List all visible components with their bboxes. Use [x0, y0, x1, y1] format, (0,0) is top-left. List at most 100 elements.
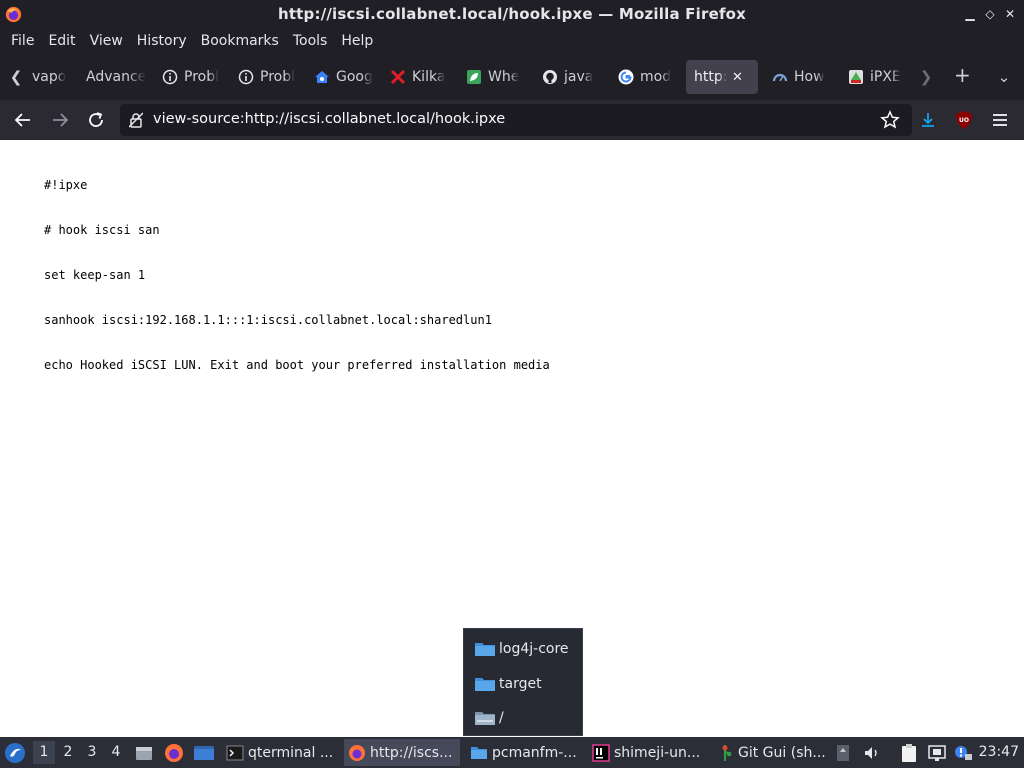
- popup-item-label: log4j-core: [499, 641, 569, 657]
- tab-9-active[interactable]: http:// ✕: [686, 60, 758, 94]
- tab-1[interactable]: Advance: [80, 60, 150, 94]
- tab-7[interactable]: java: [534, 60, 608, 94]
- tab-label: Probl: [260, 69, 295, 85]
- back-icon[interactable]: [11, 108, 35, 132]
- close-window-icon[interactable]: ✕: [1002, 6, 1018, 22]
- tabs-scroll-left-icon[interactable]: ❮: [8, 68, 24, 86]
- speedometer-icon: [772, 73, 788, 82]
- volume-icon[interactable]: [863, 737, 881, 768]
- ipxe-icon: [849, 70, 863, 84]
- tab-6[interactable]: Whe: [458, 60, 532, 94]
- tab-label: iPXE: [870, 69, 901, 85]
- tab-0[interactable]: vapo: [26, 60, 72, 94]
- git-icon: [722, 744, 732, 761]
- taskbar: 1 2 3 4 qterminal ... http://iscs... pcm…: [0, 737, 1024, 768]
- popup-item-target[interactable]: target: [474, 671, 542, 697]
- menu-view[interactable]: View: [83, 29, 130, 54]
- show-desktop-icon[interactable]: [193, 737, 215, 768]
- tab-8[interactable]: mod: [610, 60, 682, 94]
- clock[interactable]: 23:47: [979, 737, 1019, 768]
- tab-label: java: [564, 69, 594, 85]
- terminal-icon: [226, 745, 244, 760]
- folder-icon: [475, 643, 495, 656]
- folder-icon: [475, 678, 495, 691]
- folder-icon: [471, 746, 487, 759]
- folder-popup-menu: log4j-core target /: [463, 628, 583, 736]
- tab-label: mod: [640, 69, 672, 85]
- url-text[interactable]: view-source:http://iscsi.collabnet.local…: [153, 104, 505, 136]
- tab-strip: ❮ vapo Advance Probl Probl Goog Kilka Wh…: [0, 54, 1024, 100]
- restore-icon[interactable]: ◇: [982, 6, 998, 22]
- svg-text:UO: UO: [959, 117, 969, 124]
- google-icon: [618, 69, 634, 85]
- minimize-icon[interactable]: ▁: [962, 6, 978, 22]
- task-label: http://iscs...: [370, 744, 453, 761]
- tab-label: vapo: [32, 69, 67, 85]
- task-label: qterminal ...: [248, 744, 334, 761]
- insecure-lock-icon[interactable]: [129, 112, 143, 128]
- list-all-tabs-icon[interactable]: ⌄: [996, 68, 1012, 86]
- window-title: http://iscsi.collabnet.local/hook.ipxe —…: [277, 5, 747, 23]
- source-line: set keep-san 1: [44, 268, 146, 282]
- ublock-origin-icon[interactable]: UO: [952, 108, 976, 132]
- tab-label: Probl: [184, 69, 219, 85]
- tab-4[interactable]: Goog: [306, 60, 380, 94]
- leaf-icon: [467, 70, 481, 84]
- info-icon: [238, 69, 254, 85]
- task-firefox[interactable]: http://iscs...: [344, 739, 460, 766]
- menu-history[interactable]: History: [130, 29, 194, 54]
- task-pcmanfm[interactable]: pcmanfm-...: [466, 739, 582, 766]
- bookmark-star-icon[interactable]: [880, 110, 900, 130]
- github-icon: [543, 70, 557, 84]
- navigation-toolbar: view-source:http://iscsi.collabnet.local…: [0, 100, 1024, 140]
- new-tab-icon[interactable]: +: [954, 65, 971, 85]
- source-line: #!ipxe: [44, 178, 88, 192]
- workspace-2[interactable]: 2: [57, 741, 79, 764]
- home-icon: [315, 71, 329, 83]
- workspace-4[interactable]: 4: [105, 741, 127, 764]
- start-menu-icon[interactable]: [4, 737, 26, 768]
- tab-close-icon[interactable]: ✕: [732, 70, 743, 85]
- task-intellij[interactable]: shimeji-un...: [588, 739, 706, 766]
- tab-label: Goog: [336, 69, 373, 85]
- address-bar[interactable]: view-source:http://iscsi.collabnet.local…: [120, 104, 912, 136]
- menu-help[interactable]: Help: [334, 29, 380, 54]
- info-icon: [162, 69, 178, 85]
- task-label: shimeji-un...: [614, 744, 701, 761]
- tab-3[interactable]: Probl: [230, 60, 302, 94]
- network-icon[interactable]: [927, 737, 947, 768]
- window-titlebar: http://iscsi.collabnet.local/hook.ipxe —…: [0, 0, 1024, 29]
- file-manager-launcher-icon[interactable]: [134, 737, 154, 768]
- folder-icon: [475, 712, 495, 725]
- tab-label: Whe: [488, 69, 520, 85]
- tab-2[interactable]: Probl: [154, 60, 226, 94]
- task-qterminal[interactable]: qterminal ...: [222, 739, 340, 766]
- downloads-icon[interactable]: [916, 108, 940, 132]
- firefox-launcher-icon[interactable]: [164, 737, 184, 768]
- tab-10[interactable]: How: [764, 60, 836, 94]
- workspace-1[interactable]: 1: [33, 741, 55, 764]
- firefox-icon: [349, 744, 365, 761]
- clipboard-icon[interactable]: [900, 737, 918, 768]
- workspace-3[interactable]: 3: [81, 741, 103, 764]
- tab-11[interactable]: iPXE: [840, 60, 912, 94]
- update-notifier-icon[interactable]: [953, 737, 973, 768]
- tabs-scroll-right-icon[interactable]: ❯: [918, 68, 934, 86]
- task-git-gui[interactable]: Git Gui (sh...: [712, 739, 828, 766]
- cross-icon: [390, 69, 406, 85]
- tab-5[interactable]: Kilka: [382, 60, 456, 94]
- task-label: Git Gui (sh...: [738, 744, 826, 761]
- reload-icon[interactable]: [84, 108, 108, 132]
- view-source-text: #!ipxe # hook iscsi san set keep-san 1 s…: [44, 148, 550, 403]
- forward-icon[interactable]: [48, 108, 72, 132]
- menu-edit[interactable]: Edit: [41, 29, 82, 54]
- tray-scroll-icon[interactable]: [835, 737, 851, 768]
- popup-item-root[interactable]: /: [474, 705, 504, 731]
- popup-item-log4j-core[interactable]: log4j-core: [474, 636, 569, 662]
- menu-file[interactable]: File: [4, 29, 41, 54]
- tab-label: Kilka: [412, 69, 446, 85]
- menu-tools[interactable]: Tools: [286, 29, 335, 54]
- task-label: pcmanfm-...: [492, 744, 577, 761]
- menu-bookmarks[interactable]: Bookmarks: [194, 29, 286, 54]
- app-menu-icon[interactable]: [988, 108, 1012, 132]
